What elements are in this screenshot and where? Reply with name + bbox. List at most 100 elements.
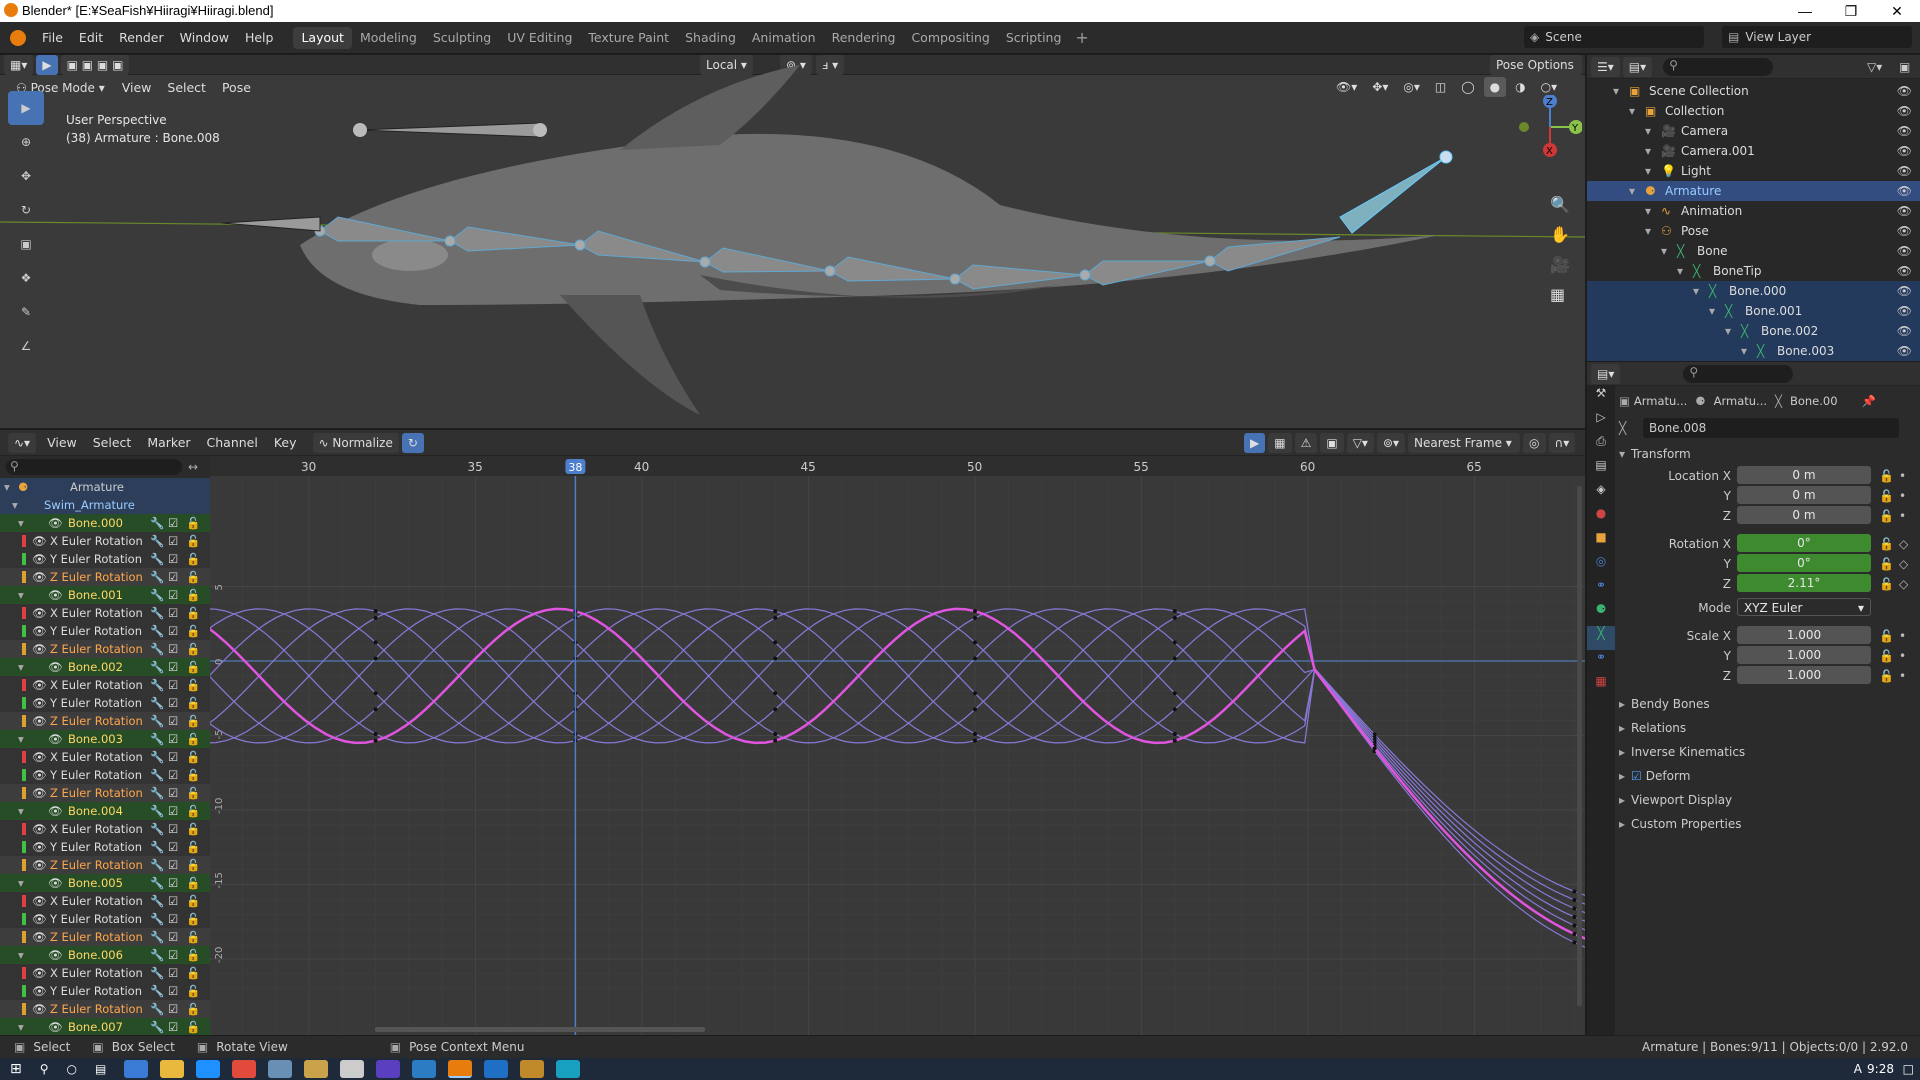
lock-icon[interactable]: 🔓	[1879, 506, 1894, 526]
app-icon[interactable]	[340, 1060, 365, 1078]
channel-group[interactable]: ▾ 👁 Bone.005 🔧 ☑ 🔓	[0, 874, 210, 892]
value-field[interactable]: 0 m	[1737, 486, 1871, 504]
channel-action[interactable]: ▾ Swim_Armature	[0, 496, 210, 514]
visibility-eye-icon[interactable]: 👁	[1897, 161, 1912, 181]
expand-arrow-icon[interactable]: ▾	[1693, 281, 1699, 301]
visibility-eye-icon[interactable]: 👁	[32, 676, 47, 694]
edge-app-icon[interactable]	[196, 1060, 221, 1078]
channel-group[interactable]: ▾ 👁 Bone.000 🔧 ☑ 🔓	[0, 514, 210, 532]
mute-checkbox-icon[interactable]: ☑	[168, 982, 178, 1000]
expand-arrow-icon[interactable]: ▾	[1645, 161, 1651, 181]
value-field[interactable]: 0 m	[1737, 506, 1871, 524]
modifier-wrench-icon[interactable]: 🔧	[150, 604, 164, 622]
visibility-eye-icon[interactable]: 👁	[32, 820, 47, 838]
world-tab-icon[interactable]: ●	[1587, 506, 1615, 530]
normalize-view-icon[interactable]: ▣	[1320, 433, 1344, 453]
keyframe-dot-icon[interactable]: •	[1899, 626, 1906, 646]
mute-checkbox-icon[interactable]: ☑	[168, 856, 178, 874]
mute-checkbox-icon[interactable]: ☑	[168, 910, 178, 928]
falloff-icon[interactable]: ∩▾	[1548, 433, 1576, 453]
tab-compositing[interactable]: Compositing	[903, 27, 997, 49]
mute-checkbox-icon[interactable]: ☑	[168, 874, 178, 892]
visibility-eye-icon[interactable]: 👁	[48, 658, 63, 676]
fcurve-channel[interactable]: 👁X Euler Rotation (Bc 🔧☑ 🔓	[0, 748, 210, 766]
modifier-wrench-icon[interactable]: 🔧	[150, 532, 164, 550]
menu-window[interactable]: Window	[172, 27, 237, 49]
lock-icon[interactable]: 🔓	[186, 856, 200, 874]
lock-icon[interactable]: 🔓	[1879, 554, 1894, 574]
show-hidden-icon[interactable]: ▦	[1268, 433, 1292, 453]
outliner-item[interactable]: ▾ ⚇ Pose 👁	[1587, 221, 1920, 241]
lock-icon[interactable]: 🔓	[186, 784, 200, 802]
visibility-eye-icon[interactable]: 👁	[1897, 81, 1912, 101]
modifier-wrench-icon[interactable]: 🔧	[150, 892, 164, 910]
vs-app-icon[interactable]	[376, 1060, 401, 1078]
expand-arrow-icon[interactable]: ▾	[18, 514, 24, 532]
blender-menu-icon[interactable]	[10, 29, 26, 46]
view-layer-selector[interactable]: ▤ View Layer	[1722, 26, 1912, 48]
visibility-eye-icon[interactable]: 👁	[32, 910, 47, 928]
menu-edit[interactable]: Edit	[71, 27, 111, 49]
expand-arrow-icon[interactable]: ▾	[18, 874, 24, 892]
visibility-eye-icon[interactable]: 👁	[32, 964, 47, 982]
visibility-eye-icon[interactable]: 👁	[32, 1000, 47, 1018]
expand-arrow-icon[interactable]: ▾	[1741, 341, 1747, 361]
modifier-wrench-icon[interactable]: 🔧	[150, 622, 164, 640]
mute-checkbox-icon[interactable]: ☑	[168, 928, 178, 946]
display-mode-icon[interactable]: ▤▾	[1622, 56, 1653, 77]
tab-sculpting[interactable]: Sculpting	[425, 27, 499, 49]
fcurve-channel[interactable]: 👁X Euler Rotation (Bc 🔧☑ 🔓	[0, 964, 210, 982]
fcurve-channel[interactable]: 👁Z Euler Rotation (Bc 🔧☑ 🔓	[0, 856, 210, 874]
outliner-item[interactable]: ▾ ╳ Bone 👁	[1587, 241, 1920, 261]
lock-icon[interactable]: 🔓	[186, 874, 200, 892]
expand-arrow-icon[interactable]: ▾	[18, 946, 24, 964]
modifier-wrench-icon[interactable]: 🔧	[150, 802, 164, 820]
panel-header[interactable]: ▸ Custom Properties	[1619, 812, 1919, 836]
visibility-eye-icon[interactable]: 👁	[1897, 101, 1912, 121]
filter-icon[interactable]: ▽▾	[1867, 60, 1882, 74]
modifier-wrench-icon[interactable]: 🔧	[150, 1000, 164, 1018]
mute-checkbox-icon[interactable]: ☑	[168, 568, 178, 586]
visibility-eye-icon[interactable]: 👁	[32, 550, 47, 568]
visibility-eye-icon[interactable]: 👁	[1897, 321, 1912, 341]
visibility-eye-icon[interactable]: 👁	[48, 514, 63, 532]
graph-menu-key[interactable]: Key	[266, 432, 305, 454]
fcurve-channel[interactable]: 👁Y Euler Rotation (Bo 🔧☑ 🔓	[0, 838, 210, 856]
outliner-item[interactable]: ▾ ∿ Animation 👁	[1587, 201, 1920, 221]
channel-group[interactable]: ▾ 👁 Bone.004 🔧 ☑ 🔓	[0, 802, 210, 820]
lock-icon[interactable]: 🔓	[1879, 666, 1894, 686]
visibility-eye-icon[interactable]: 👁	[32, 748, 47, 766]
lock-icon[interactable]: 🔓	[186, 964, 200, 982]
tab-texture-paint[interactable]: Texture Paint	[580, 27, 677, 49]
mute-checkbox-icon[interactable]: ☑	[168, 766, 178, 784]
expand-arrow-icon[interactable]: ▾	[18, 1018, 24, 1035]
app-icon[interactable]	[520, 1060, 545, 1078]
filter-dropdown-icon[interactable]: ▽▾	[1346, 433, 1374, 453]
fcurve-channel[interactable]: 👁Z Euler Rotation (Bc 🔧☑ 🔓	[0, 640, 210, 658]
camera-view-icon[interactable]: 🎥	[1550, 255, 1574, 285]
mute-checkbox-icon[interactable]: ☑	[168, 622, 178, 640]
modifier-wrench-icon[interactable]: 🔧	[150, 784, 164, 802]
bone-tab-icon[interactable]: ╳	[1587, 626, 1615, 650]
visibility-eye-icon[interactable]: 👁	[32, 784, 47, 802]
lock-icon[interactable]: 🔓	[1879, 646, 1894, 666]
modifier-wrench-icon[interactable]: 🔧	[150, 568, 164, 586]
panel-header[interactable]: ▸ Viewport Display	[1619, 788, 1919, 812]
app-icon[interactable]	[304, 1060, 329, 1078]
outliner-item[interactable]: ▾ ╳ Bone.001 👁	[1587, 301, 1920, 321]
mute-checkbox-icon[interactable]: ☑	[168, 1000, 178, 1018]
visibility-eye-icon[interactable]: 👁	[1897, 121, 1912, 141]
bone-joint[interactable]	[1079, 269, 1091, 281]
menu-render[interactable]: Render	[111, 27, 172, 49]
output-tab-icon[interactable]: ⎙	[1587, 434, 1615, 458]
outliner-item[interactable]: ▾ ⚈ Armature 👁	[1587, 181, 1920, 201]
mute-checkbox-icon[interactable]: ☑	[168, 550, 178, 568]
zoom-icon[interactable]: 🔍	[1550, 195, 1574, 225]
visibility-eye-icon[interactable]: 👁	[32, 712, 47, 730]
value-field[interactable]: 0°	[1737, 554, 1871, 572]
visibility-eye-icon[interactable]: 👁	[1897, 201, 1912, 221]
modifier-wrench-icon[interactable]: 🔧	[150, 586, 164, 604]
fcurve-channel[interactable]: 👁X Euler Rotation (Bc 🔧☑ 🔓	[0, 532, 210, 550]
tab-scripting[interactable]: Scripting	[998, 27, 1070, 49]
app-icon[interactable]	[556, 1060, 581, 1078]
